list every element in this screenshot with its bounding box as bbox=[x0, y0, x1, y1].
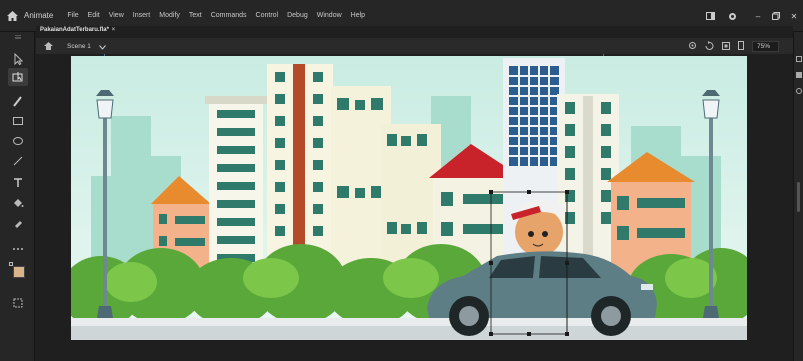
document-tab-close[interactable]: × bbox=[112, 27, 116, 33]
oval-tool-icon[interactable] bbox=[8, 132, 28, 150]
selection-tool-icon[interactable] bbox=[8, 50, 28, 68]
clip-stage-icon[interactable] bbox=[721, 37, 730, 55]
fit-stage-icon[interactable] bbox=[737, 37, 744, 55]
eyedropper-tool-icon[interactable] bbox=[8, 214, 28, 232]
subselection-tool-icon[interactable] bbox=[8, 68, 28, 86]
zoom-dropdown[interactable]: 75% bbox=[751, 40, 779, 52]
text-tool-icon[interactable] bbox=[8, 174, 28, 192]
color-swatches[interactable] bbox=[9, 262, 27, 280]
vertical-scrollbar[interactable] bbox=[797, 182, 800, 212]
menu-file[interactable]: File bbox=[67, 12, 78, 19]
menu-modify[interactable]: Modify bbox=[159, 12, 180, 19]
library-panel-icon[interactable] bbox=[796, 72, 802, 78]
document-tab-title: PakaianAdatTerbaru.fla* bbox=[40, 27, 109, 33]
line-tool-icon[interactable] bbox=[8, 152, 28, 170]
app-name: Animate bbox=[24, 11, 54, 20]
rotate-stage-icon[interactable] bbox=[705, 37, 714, 55]
menu-text[interactable]: Text bbox=[189, 12, 202, 19]
tools-panel bbox=[0, 32, 35, 361]
scene-label[interactable]: Scene 1 bbox=[67, 43, 91, 50]
brush-tool-icon[interactable] bbox=[8, 92, 28, 110]
document-tab[interactable]: PakaianAdatTerbaru.fla* × bbox=[40, 27, 115, 33]
menu-control[interactable]: Control bbox=[256, 12, 279, 19]
rectangle-tool-icon[interactable] bbox=[8, 112, 28, 130]
edit-toolbar-icon[interactable] bbox=[8, 294, 28, 312]
menu-help[interactable]: Help bbox=[351, 12, 365, 19]
home-icon[interactable] bbox=[0, 0, 24, 32]
stage-canvas[interactable] bbox=[71, 56, 747, 340]
properties-panel-icon[interactable] bbox=[796, 56, 802, 62]
center-stage-icon[interactable] bbox=[688, 37, 697, 55]
assets-panel-icon[interactable] bbox=[796, 88, 802, 94]
paint-bucket-tool-icon[interactable] bbox=[8, 194, 28, 212]
city-scene-illustration bbox=[71, 56, 747, 340]
scene-bar: Scene 1 75% bbox=[36, 38, 793, 54]
menu-edit[interactable]: Edit bbox=[88, 12, 100, 19]
menu-view[interactable]: View bbox=[109, 12, 124, 19]
scene-dropdown-icon[interactable] bbox=[98, 37, 106, 55]
menu-commands[interactable]: Commands bbox=[211, 12, 247, 19]
right-panel-strip bbox=[793, 32, 803, 361]
menu-window[interactable]: Window bbox=[317, 12, 342, 19]
animate-window: Animate File Edit View Insert Modify Tex… bbox=[0, 0, 803, 361]
menu-debug[interactable]: Debug bbox=[287, 12, 308, 19]
document-tab-bar: PakaianAdatTerbaru.fla* × bbox=[36, 26, 793, 38]
more-tools-icon[interactable] bbox=[8, 240, 28, 258]
menu-insert[interactable]: Insert bbox=[133, 12, 151, 19]
panel-collapse-icon[interactable] bbox=[14, 34, 22, 42]
fill-color-swatch[interactable] bbox=[13, 266, 25, 278]
scene-icon bbox=[44, 37, 53, 55]
